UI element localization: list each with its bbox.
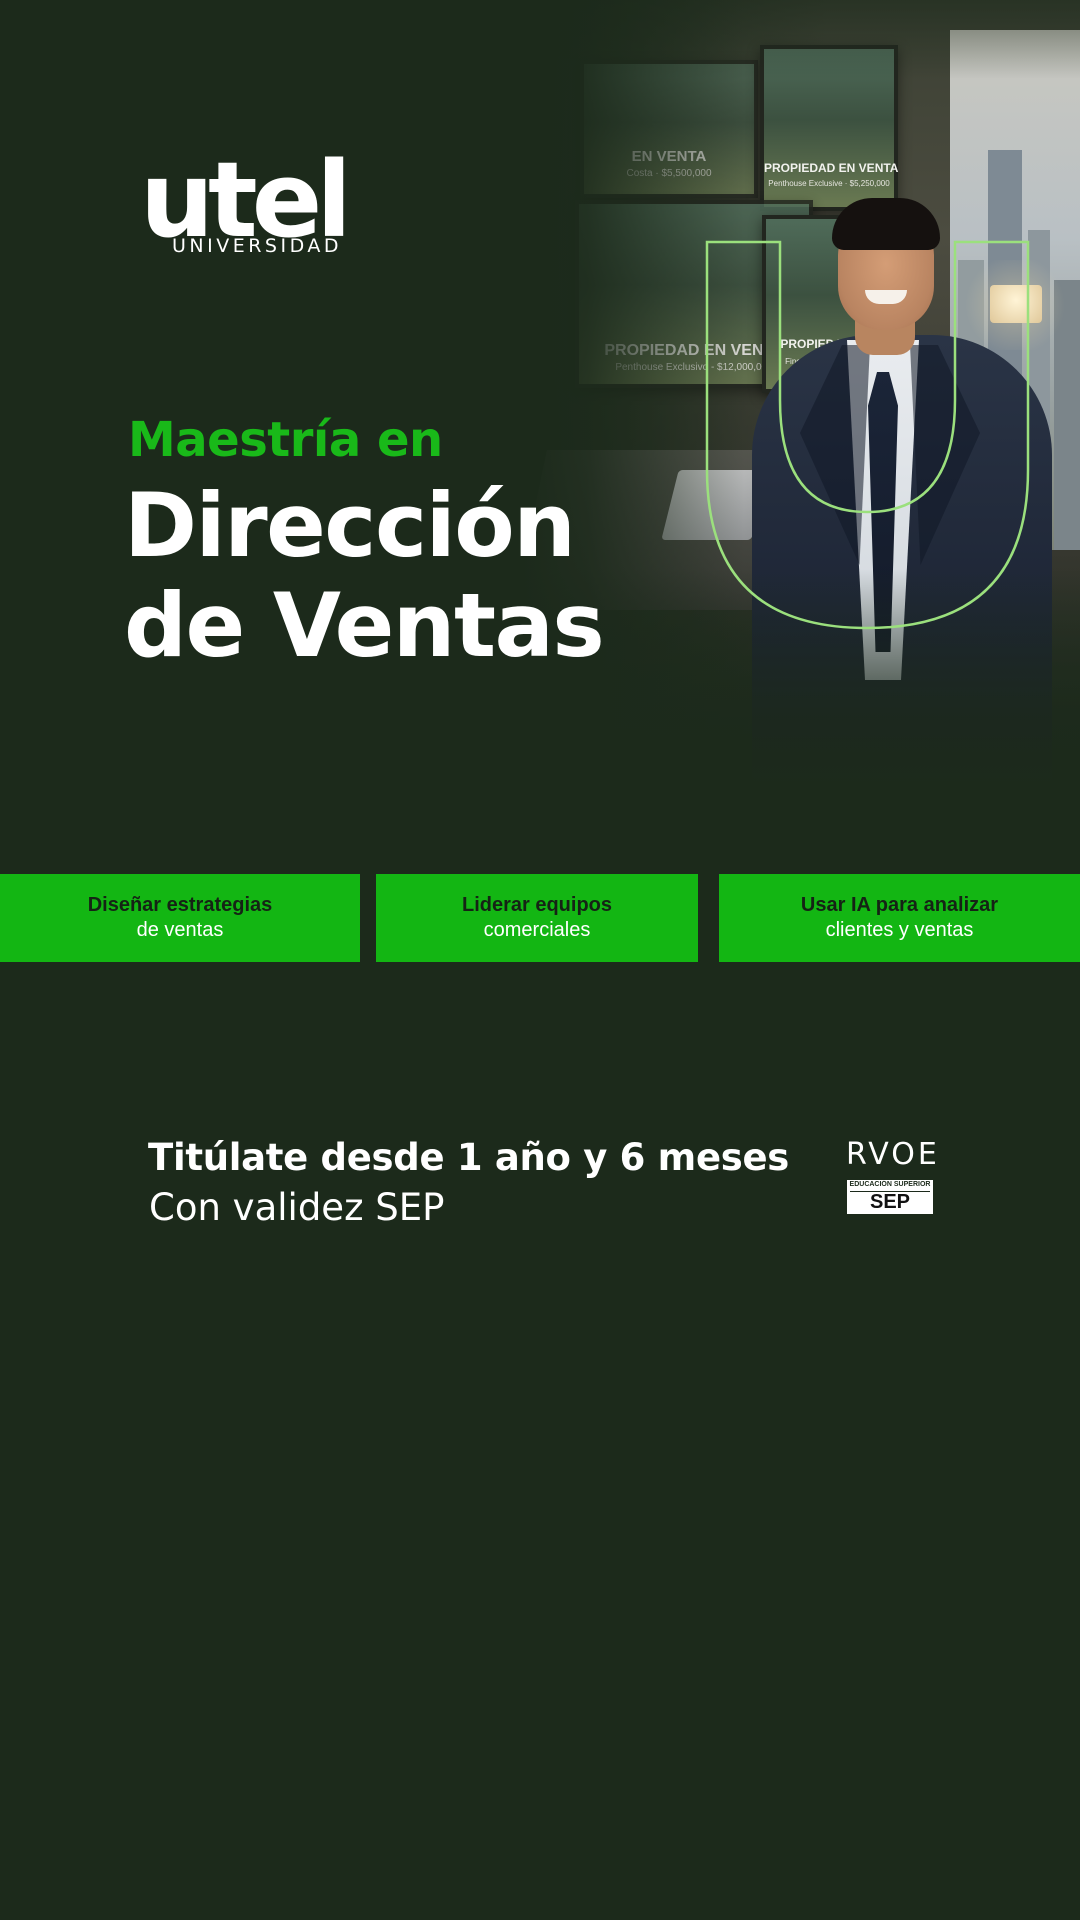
seal-education: EDUCACIÓN SUPERIOR <box>849 1181 931 1188</box>
title-line: Dirección <box>124 474 576 577</box>
benefit-line: Usar IA para analizar <box>800 894 999 916</box>
benefit-strategy: Diseñar estrategias de ventas <box>0 874 360 962</box>
ad-banner: EN VENTA Costa · $5,500,000 PROPIEDAD EN… <box>0 0 1080 1920</box>
benefit-ai: Usar IA para analizar clientes y ventas <box>719 874 1080 962</box>
program-kicker: Maestría en <box>128 412 443 468</box>
u-outline-decoration <box>705 240 1030 630</box>
benefit-line: Diseñar estrategias <box>87 894 273 916</box>
logo-subtitle: UNIVERSIDAD <box>172 235 343 257</box>
property-frame: PROPIEDAD EN VENTA Penthouse Exclusive ·… <box>760 45 898 211</box>
utel-logo: utel UNIVERSIDAD <box>140 148 390 260</box>
benefit-line: clientes y ventas <box>825 919 974 941</box>
seal-box: EDUCACIÓN SUPERIOR SEP <box>847 1180 933 1214</box>
frame-subtitle: Penthouse Exclusive · $5,250,000 <box>768 179 890 188</box>
benefit-line: de ventas <box>136 919 224 941</box>
degree-validity: Con validez SEP <box>149 1186 445 1229</box>
title-line: de Ventas <box>124 574 605 677</box>
seal-sep: SEP <box>869 1191 911 1213</box>
seal-rvoe: RVOE <box>846 1137 940 1172</box>
benefit-teams: Liderar equipos comerciales <box>376 874 698 962</box>
benefit-line: Liderar equipos <box>461 894 613 916</box>
benefit-line: comerciales <box>483 919 591 941</box>
degree-duration: Titúlate desde 1 año y 6 meses <box>148 1136 789 1179</box>
rvoe-sep-seal: RVOE EDUCACIÓN SUPERIOR SEP <box>846 1137 940 1216</box>
program-title: Dirección de Ventas <box>124 474 605 677</box>
property-frame: EN VENTA Costa · $5,500,000 <box>580 60 758 198</box>
frame-title: EN VENTA <box>631 148 707 165</box>
frame-subtitle: Costa · $5,500,000 <box>626 168 712 179</box>
frame-title: PROPIEDAD EN VENTA <box>764 161 899 175</box>
